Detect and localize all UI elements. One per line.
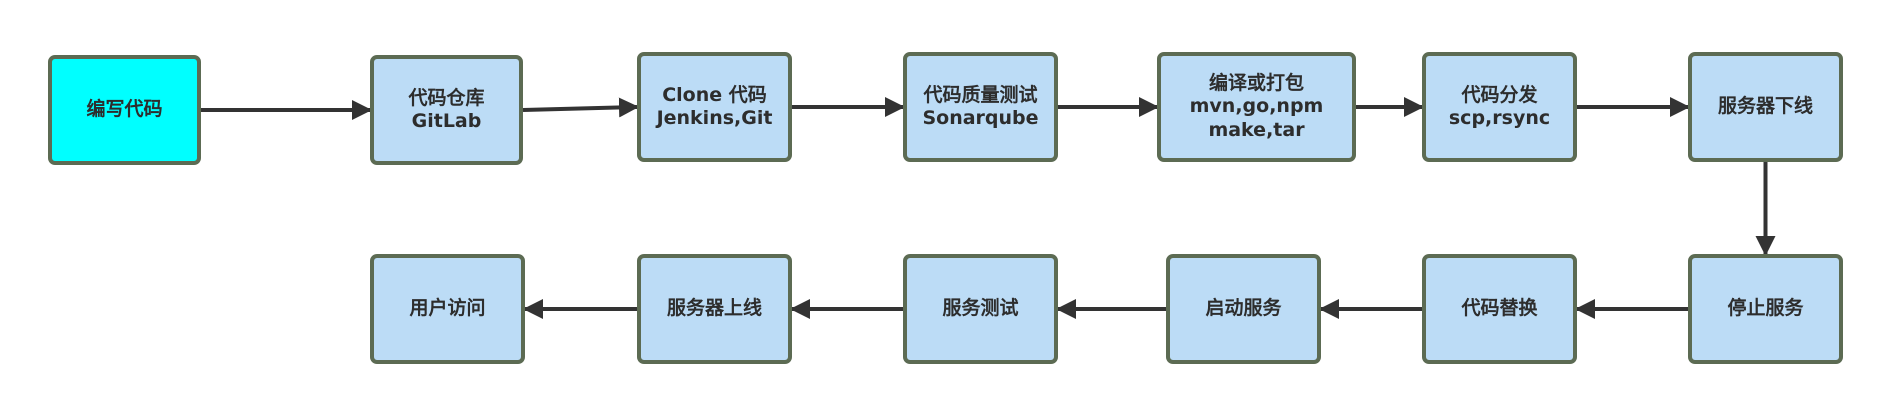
- node-server-offline: 服务器下线: [1688, 52, 1843, 162]
- node-label-line: 代码替换: [1461, 297, 1538, 320]
- node-label-line: 编译或打包: [1208, 72, 1304, 95]
- node-label-line: 服务测试: [942, 297, 1019, 320]
- node-label-line: Jenkins,Git: [656, 107, 773, 129]
- node-label-line: 编写代码: [86, 98, 163, 121]
- node-clone-code: Clone 代码 Jenkins,Git: [637, 52, 792, 162]
- node-replace-code: 代码替换: [1422, 254, 1577, 364]
- node-start-service: 启动服务: [1166, 254, 1321, 364]
- node-distribute-code: 代码分发 scp,rsync: [1422, 52, 1577, 162]
- node-label-line: 启动服务: [1205, 297, 1282, 320]
- node-label-line: 服务器下线: [1717, 95, 1813, 118]
- node-user-access: 用户访问: [370, 254, 525, 364]
- node-label-line: 代码仓库: [408, 86, 485, 109]
- flowchart: 编写代码 代码仓库 GitLab Clone 代码 Jenkins,Git 代码质量测试 S…: [0, 0, 1899, 404]
- node-server-online: 服务器上线: [637, 254, 792, 364]
- arrow-code-repo-to-clone-code: [522, 97, 639, 118]
- node-label-line: 代码分发: [1461, 83, 1538, 106]
- node-code-repo: 代码仓库 GitLab: [370, 55, 523, 165]
- node-compile-package: 编译或打包 mvn,go,npm make,tar: [1157, 52, 1356, 162]
- node-label-line: scp,rsync: [1448, 107, 1551, 129]
- node-label-line: 服务器上线: [666, 297, 762, 320]
- node-label-line: 用户访问: [409, 297, 486, 320]
- node-label-line: 代码质量测试: [923, 83, 1038, 106]
- node-label-line: 停止服务: [1727, 297, 1804, 320]
- node-label-line: GitLab: [411, 110, 482, 132]
- node-label-line: make,tar: [1208, 118, 1305, 141]
- node-label-line: Sonarqube: [922, 107, 1039, 129]
- node-write-code: 编写代码: [48, 55, 201, 165]
- node-quality-test: 代码质量测试 Sonarqube: [903, 52, 1058, 162]
- node-service-test: 服务测试: [903, 254, 1058, 364]
- node-label-line: mvn,go,npm: [1189, 95, 1324, 118]
- node-stop-service: 停止服务: [1688, 254, 1843, 364]
- node-label-line: Clone 代码: [662, 83, 767, 106]
